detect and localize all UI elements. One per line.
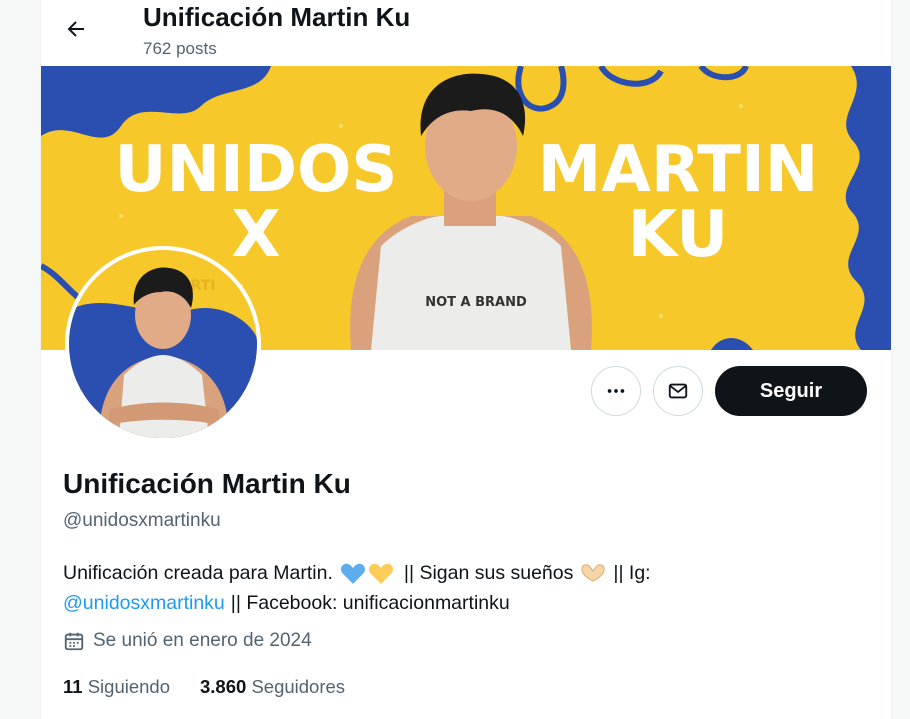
profile-avatar[interactable]: KU MARTI xyxy=(65,246,261,442)
blue-heart-icon xyxy=(340,563,365,584)
follow-button[interactable]: Seguir xyxy=(715,366,867,416)
followers-count: 3.860 xyxy=(200,676,247,697)
joined-date: Se unió en enero de 2024 xyxy=(63,630,312,652)
joined-text: Se unió en enero de 2024 xyxy=(93,630,312,651)
avatar-image: KU MARTI xyxy=(69,250,257,438)
following-link[interactable]: 11 Siguiendo xyxy=(63,676,170,698)
bio-text-1: Unificación creada para Martin. xyxy=(63,562,333,584)
banner-right-line1: MARTIN xyxy=(538,133,819,207)
post-count: 762 posts xyxy=(143,39,217,58)
page-title: Unificación Martin Ku xyxy=(143,2,411,32)
heart-hands-icon xyxy=(581,564,606,582)
banner-right-line2: KU xyxy=(628,198,728,272)
yellow-heart-icon xyxy=(368,563,393,584)
back-button[interactable] xyxy=(57,10,95,48)
profile-handle: @unidosxmartinku xyxy=(63,510,221,531)
profile-header: Unificación Martin Ku 762 posts xyxy=(41,0,891,66)
bio-text-2: || Sigan sus sueños xyxy=(403,562,574,584)
bio-text-4: || Facebook: unificacionmartinku xyxy=(230,592,510,614)
shirt-text: NOT A BRAND xyxy=(425,295,527,310)
banner-left-line1: UNIDOS xyxy=(115,133,398,207)
more-button[interactable] xyxy=(591,366,641,416)
envelope-icon xyxy=(668,383,688,399)
profile-stats: 11 Siguiendo 3.860 Seguidores xyxy=(63,676,345,698)
message-button[interactable] xyxy=(653,366,703,416)
following-count: 11 xyxy=(63,676,83,697)
followers-label: Seguidores xyxy=(251,676,346,697)
more-horizontal-icon xyxy=(607,389,625,393)
profile-column: Unificación Martin Ku 762 posts UNIDOS X… xyxy=(40,0,892,719)
followers-link[interactable]: 3.860 Seguidores xyxy=(200,676,345,698)
calendar-icon xyxy=(64,632,84,651)
arrow-left-icon xyxy=(67,21,84,37)
bio-text-3: || Ig: xyxy=(613,562,651,584)
bio-instagram-link[interactable]: @unidosxmartinku xyxy=(63,588,225,618)
profile-bio: Unificación creada para Martin. || Sigan… xyxy=(63,558,863,618)
profile-name: Unificación Martin Ku xyxy=(63,468,351,499)
banner-left-line2: X xyxy=(231,198,280,272)
following-label: Siguiendo xyxy=(87,676,170,697)
